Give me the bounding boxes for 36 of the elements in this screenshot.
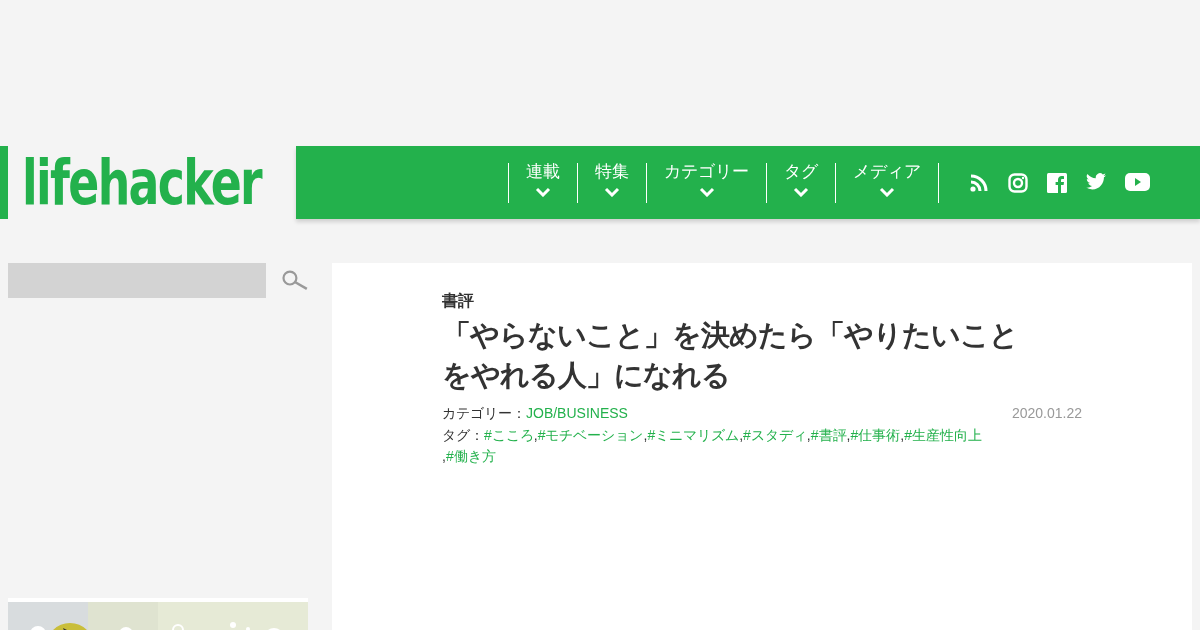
tag-link[interactable]: #仕事術 xyxy=(850,426,901,443)
date: 2020.01.22 xyxy=(1011,404,1082,424)
twitter-icon[interactable] xyxy=(1086,172,1106,190)
chevron-icon xyxy=(698,187,715,198)
tag-link[interactable]: #ミニマリズム xyxy=(647,426,740,443)
section-label: 書評 xyxy=(442,291,475,311)
tag-separator: , xyxy=(643,426,648,443)
chevron-icon xyxy=(535,187,551,198)
tag-separator: , xyxy=(533,426,538,443)
rss-icon[interactable] xyxy=(969,172,989,193)
article-title: 「やらないこと」を決めたら「やりたいことをやれる人」になれる xyxy=(442,318,1019,393)
tag-separator: , xyxy=(900,426,905,443)
search-field[interactable] xyxy=(8,263,267,298)
tag-link[interactable]: #働き方 xyxy=(445,448,496,465)
tag-link[interactable]: #スタディ xyxy=(743,426,807,443)
category-label: カテゴリー： xyxy=(442,405,526,422)
category-link[interactable]: JOB/BUSINESS xyxy=(526,405,628,422)
chevron-icon xyxy=(793,187,809,198)
nav-menu[interactable]: タグ xyxy=(766,162,835,203)
tag-link[interactable]: #生産性向上 xyxy=(904,426,982,443)
nav-menu[interactable]: 連載 xyxy=(508,162,577,203)
nav-menu[interactable]: メディア xyxy=(835,162,939,203)
tag-separator: , xyxy=(442,448,446,465)
nav-menu[interactable]: カテゴリー xyxy=(646,162,766,203)
youtube-icon[interactable] xyxy=(1125,172,1150,191)
chevron-icon xyxy=(604,187,620,198)
facebook-icon[interactable] xyxy=(1047,172,1067,193)
chevron-icon xyxy=(879,187,895,198)
tag-link[interactable]: #こころ xyxy=(484,426,534,443)
nav-menu[interactable]: 特集 xyxy=(577,162,646,203)
tags-label: タグ： xyxy=(442,426,484,443)
tag-separator: , xyxy=(806,426,811,443)
tag-separator: , xyxy=(846,426,851,443)
tag-separator: , xyxy=(739,426,744,443)
instagram-icon[interactable] xyxy=(1008,172,1028,193)
search-icon[interactable] xyxy=(282,269,308,292)
